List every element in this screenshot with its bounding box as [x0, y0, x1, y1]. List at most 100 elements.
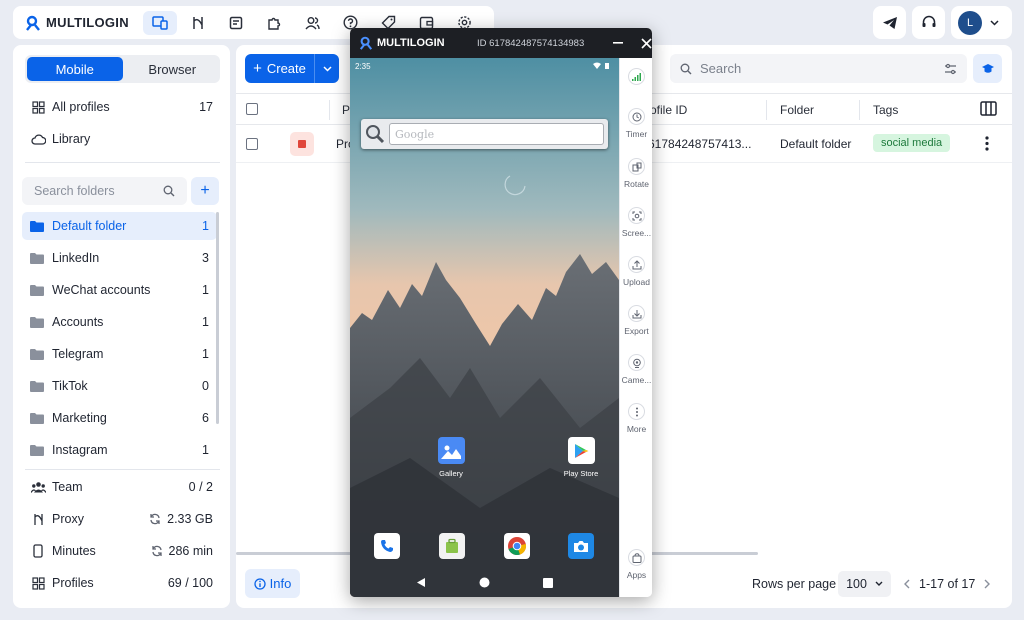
play-store-app[interactable]: Play Store [551, 437, 611, 478]
more-vertical-icon [628, 403, 645, 420]
columns-icon[interactable] [980, 101, 997, 116]
screenshot-tool[interactable]: Scree... [620, 207, 652, 238]
plus-icon: + [253, 60, 262, 77]
create-dropdown-button[interactable] [315, 54, 339, 83]
store-bag-icon[interactable] [439, 533, 465, 559]
column-header-folder[interactable]: Folder [780, 103, 814, 117]
recents-icon[interactable] [542, 577, 553, 588]
timer-icon [628, 108, 645, 125]
cloud-icon [30, 133, 46, 145]
folder-icon [30, 220, 44, 232]
sidebar-item-all-profiles[interactable]: All profiles 17 [13, 92, 230, 122]
tab-browser[interactable]: Browser [125, 55, 221, 83]
usage-label: Team [52, 480, 83, 494]
create-button[interactable]: + Create [245, 54, 315, 83]
rows-per-page-select[interactable]: 100 [838, 570, 891, 597]
stop-button[interactable] [290, 132, 314, 156]
signal-tool[interactable] [620, 68, 652, 85]
devices-icon[interactable] [143, 10, 177, 35]
folder-item[interactable]: Telegram 1 [22, 340, 217, 368]
chevron-down-icon [875, 581, 883, 586]
refresh-icon[interactable] [151, 545, 163, 557]
phone-title-bar[interactable]: MULTILOGIN ID 617842487574134983 [350, 28, 652, 58]
folder-label: WeChat accounts [52, 283, 151, 297]
phone-screen[interactable]: 2:35 Google Gallery Play Store [350, 58, 619, 597]
platform-switch: Mobile Browser [25, 55, 220, 83]
multilogin-logo-icon [25, 15, 41, 31]
google-search-widget[interactable]: Google [361, 119, 608, 149]
folder-icon [30, 348, 44, 360]
folder-icon [30, 380, 44, 392]
telegram-button[interactable] [873, 6, 906, 39]
gallery-icon [437, 437, 465, 464]
filter-icon[interactable] [944, 63, 957, 75]
usage-label: Minutes [52, 544, 96, 558]
info-button[interactable]: Info [245, 569, 300, 598]
user-menu-button[interactable]: L [951, 6, 1012, 39]
profile-search-input[interactable]: Search [670, 54, 967, 83]
folder-search-input[interactable]: Search folders [22, 177, 187, 205]
team-icon[interactable] [295, 11, 329, 35]
phone-dialer-icon[interactable] [374, 533, 400, 559]
app-name: MULTILOGIN [46, 15, 129, 30]
refresh-icon[interactable] [149, 513, 161, 525]
info-label: Info [269, 576, 292, 591]
add-folder-button[interactable]: + [191, 177, 219, 205]
folder-label: Instagram [52, 443, 108, 457]
profile-id: 61784248757413... [648, 137, 752, 151]
learn-button[interactable] [973, 54, 1002, 83]
telegram-icon [882, 16, 898, 30]
folder-item[interactable]: LinkedIn 3 [22, 244, 217, 272]
row-checkbox[interactable] [246, 138, 258, 150]
more-tool[interactable]: More [620, 403, 652, 434]
folder-count: 1 [202, 443, 209, 457]
export-tool[interactable]: Export [620, 305, 652, 336]
folder-item[interactable]: WeChat accounts 1 [22, 276, 217, 304]
next-page-icon[interactable] [984, 579, 991, 589]
automation-icon[interactable] [181, 11, 215, 35]
folder-item[interactable]: Accounts 1 [22, 308, 217, 336]
google-search-field[interactable]: Google [389, 123, 604, 145]
chrome-icon[interactable] [504, 533, 530, 559]
sidebar-item-library[interactable]: Library [13, 124, 230, 154]
folder-item[interactable]: TikTok 0 [22, 372, 217, 400]
prev-page-icon[interactable] [904, 579, 910, 589]
close-icon[interactable] [641, 37, 652, 49]
more-vertical-icon[interactable] [985, 136, 989, 151]
folder-item[interactable]: Instagram 1 [22, 436, 217, 464]
upload-tool[interactable]: Upload [620, 256, 652, 287]
camera-tool[interactable]: Came... [620, 354, 652, 385]
folder-scrollbar[interactable] [216, 212, 219, 424]
puzzle-icon[interactable] [257, 11, 291, 35]
folder-label: TikTok [52, 379, 88, 393]
folder-item[interactable]: Default folder 1 [22, 212, 217, 240]
gallery-app[interactable]: Gallery [421, 437, 481, 478]
column-header-tags[interactable]: Tags [873, 103, 898, 117]
column-header-profile-id[interactable]: ofile ID [650, 103, 687, 117]
apps-tool[interactable]: Apps [620, 549, 652, 580]
rotate-tool[interactable]: Rotate [620, 158, 652, 189]
shopping-bag-icon [628, 549, 645, 566]
folder-item[interactable]: Marketing 6 [22, 404, 217, 432]
support-button[interactable] [912, 6, 945, 39]
clipboard-icon[interactable] [219, 11, 253, 35]
status-time: 2:35 [355, 61, 371, 71]
graduation-cap-icon [981, 63, 995, 75]
search-icon [163, 185, 175, 197]
back-icon[interactable] [416, 577, 426, 588]
folder-count: 1 [202, 315, 209, 329]
folder-label: Telegram [52, 347, 104, 361]
logo[interactable]: MULTILOGIN [13, 15, 143, 31]
tool-label: Came... [621, 375, 652, 385]
minimize-icon[interactable] [613, 42, 623, 44]
timer-tool[interactable]: Timer [620, 108, 652, 139]
select-all-checkbox[interactable] [246, 103, 258, 115]
home-icon[interactable] [479, 577, 490, 588]
create-label: Create [266, 61, 306, 76]
usage-profiles: Profiles 69 / 100 [13, 568, 230, 598]
camera-app-icon[interactable] [568, 533, 594, 559]
usage-label: Profiles [52, 576, 94, 590]
tab-mobile[interactable]: Mobile [27, 57, 123, 81]
stop-icon [298, 140, 306, 148]
page-range: 1-17 of 17 [919, 576, 976, 591]
